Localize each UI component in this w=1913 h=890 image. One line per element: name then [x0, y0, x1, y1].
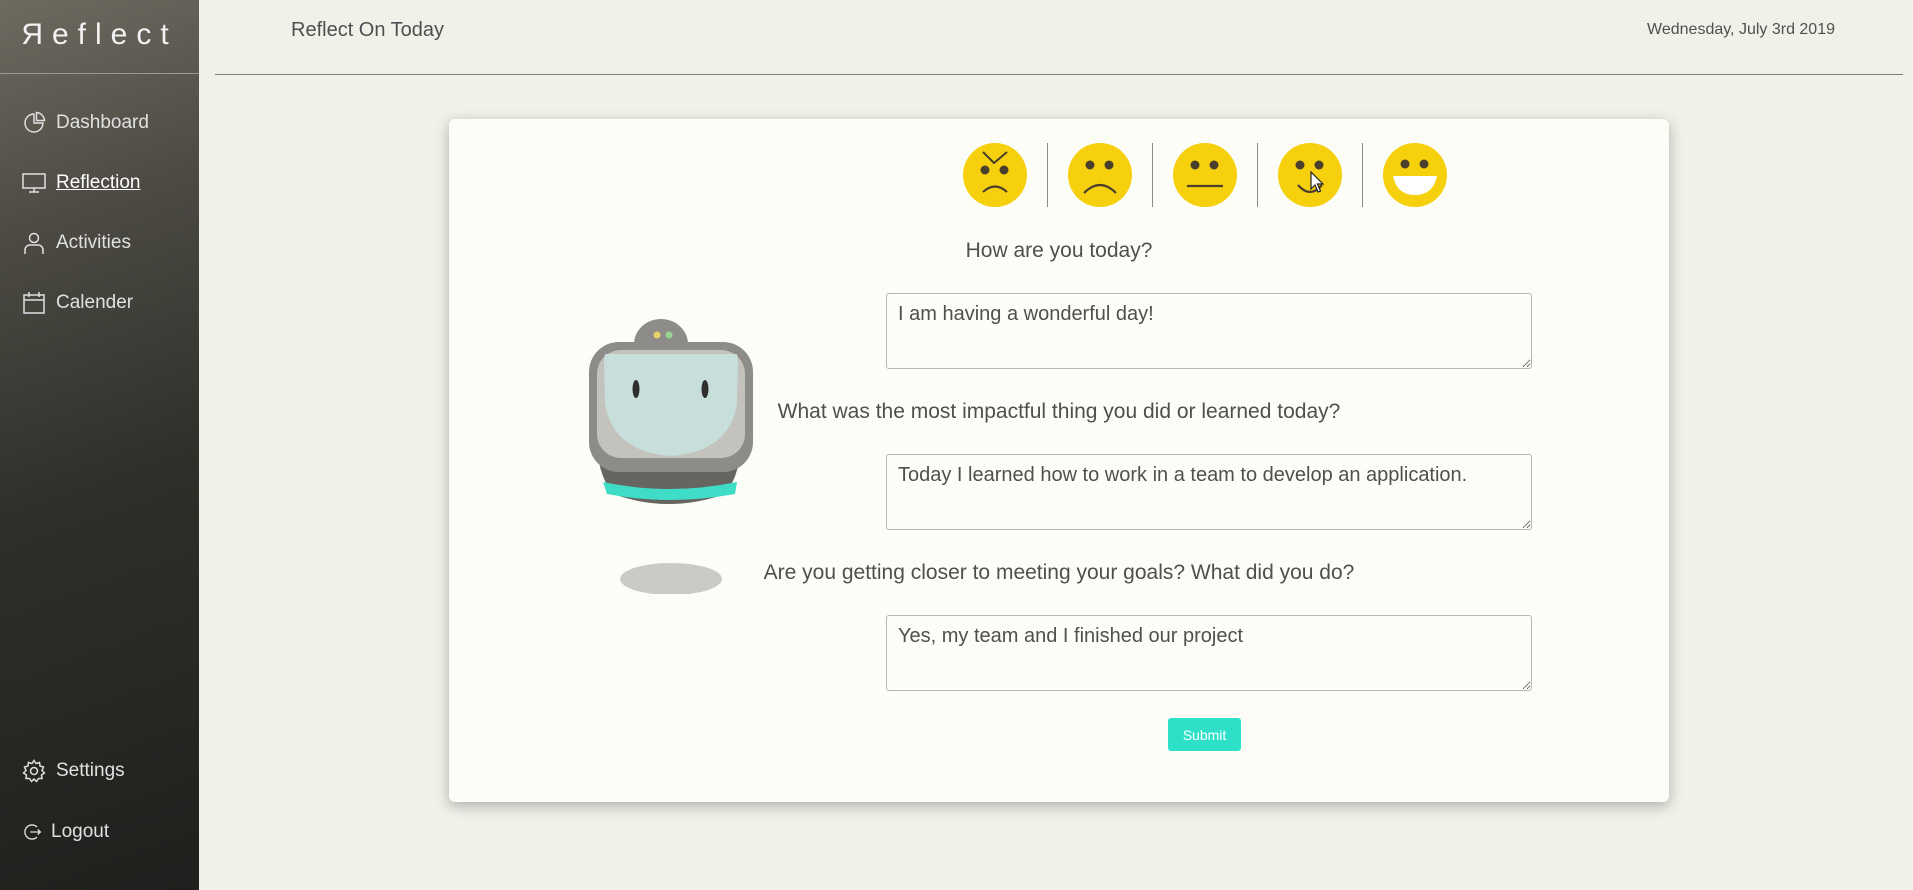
sidebar-item-label: Reflection	[56, 172, 141, 193]
question-goals: Are you getting closer to meeting your g…	[763, 561, 1355, 584]
header-divider	[215, 74, 1903, 75]
reflection-card: How are you today? I am having a wonderf…	[449, 119, 1669, 802]
mouse-pointer-icon	[1310, 171, 1325, 193]
mood-divider	[1047, 143, 1048, 207]
mood-divider	[1362, 143, 1363, 207]
sidebar-item-label: Dashboard	[56, 112, 149, 133]
app-logo[interactable]: Яeflect	[0, 0, 199, 74]
angry-face-icon[interactable]	[963, 143, 1027, 207]
happy-face-icon[interactable]	[1383, 143, 1447, 207]
calendar-icon	[23, 292, 45, 314]
gear-icon	[22, 759, 46, 783]
sidebar-item-label: Settings	[56, 760, 125, 781]
sad-face-icon[interactable]	[1068, 143, 1132, 207]
sidebar-item-activities[interactable]: Activities	[22, 228, 131, 258]
submit-button[interactable]: Submit	[1168, 718, 1241, 751]
robot-mascot-illustration	[589, 319, 753, 594]
pie-chart-icon	[24, 111, 46, 133]
sidebar-item-logout[interactable]: Logout	[22, 817, 109, 847]
sidebar-item-settings[interactable]: Settings	[22, 756, 125, 786]
mood-divider	[1257, 143, 1258, 207]
sidebar-item-label: Activities	[56, 232, 131, 253]
page-title: Reflect On Today	[291, 19, 445, 41]
mood-selector	[963, 143, 1447, 207]
sidebar-item-label: Logout	[51, 821, 110, 842]
sidebar-item-reflection[interactable]: Reflection	[22, 168, 141, 198]
question-impact: What was the most impactful thing you di…	[777, 400, 1341, 423]
mood-divider	[1152, 143, 1153, 207]
logout-icon	[24, 824, 42, 840]
impact-answer-field[interactable]: Today I learned how to work in a team to…	[886, 454, 1532, 530]
current-date: Wednesday, July 3rd 2019	[1647, 21, 1835, 38]
user-icon	[24, 232, 44, 254]
mood-answer-field[interactable]: I am having a wonderful day!	[886, 293, 1532, 369]
sidebar-item-calender[interactable]: Calender	[22, 288, 133, 318]
sidebar: Яeflect Dashboard Reflection Activities …	[0, 0, 199, 890]
goals-answer-field[interactable]: Yes, my team and I finished our project	[886, 615, 1532, 691]
sidebar-item-dashboard[interactable]: Dashboard	[22, 108, 149, 138]
question-mood: How are you today?	[965, 239, 1153, 262]
neutral-face-icon[interactable]	[1173, 143, 1237, 207]
monitor-icon	[22, 173, 46, 193]
sidebar-item-label: Calender	[56, 292, 134, 313]
